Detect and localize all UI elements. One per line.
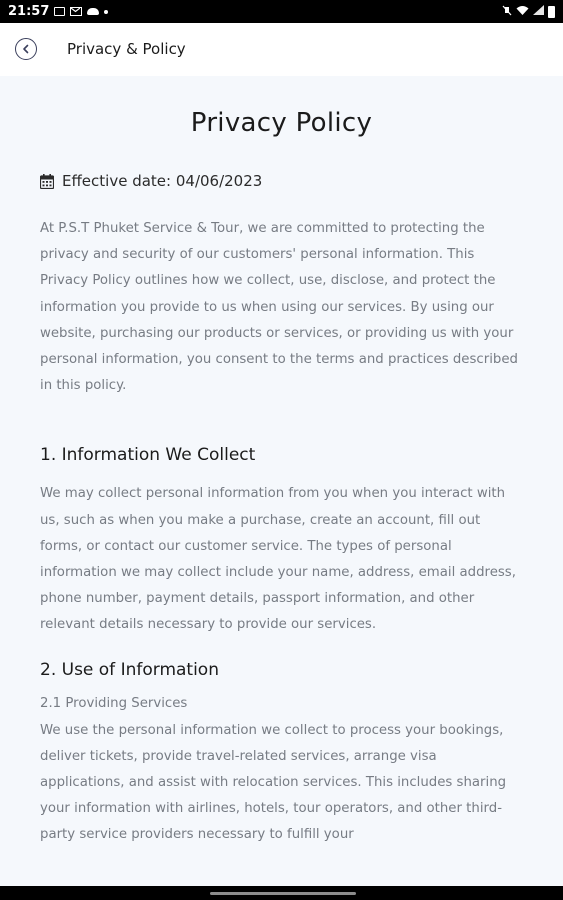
- effective-date-row: Effective date: 04/06/2023: [39, 171, 523, 191]
- status-left: 21:57: [8, 4, 109, 19]
- battery-icon: [548, 5, 555, 18]
- section-heading-information-we-collect: 1. Information We Collect: [40, 445, 256, 466]
- signal-icon: [533, 5, 544, 18]
- cloud-notification-icon: [87, 8, 100, 15]
- mute-icon: [502, 5, 512, 19]
- gallery-notification-icon: [54, 7, 66, 16]
- back-chevron-icon: [23, 44, 29, 54]
- page-title: Privacy Policy: [190, 108, 373, 138]
- app-bar: Privacy & Policy: [0, 23, 563, 76]
- screen: 21:57 Privacy & Policy Privacy Policy Ef…: [0, 0, 563, 900]
- subheading-providing-services: 2.1 Providing Services: [40, 695, 188, 711]
- section-body-use-of-information: We use the personal information we colle…: [40, 722, 507, 843]
- navigation-bar: [0, 886, 563, 900]
- effective-date-text: Effective date: 04/06/2023: [62, 172, 263, 190]
- intro-paragraph: At P.S.T Phuket Service & Tour, we are c…: [40, 221, 518, 394]
- section-body-information-we-collect: We may collect personal information from…: [40, 486, 516, 633]
- status-bar: 21:57: [0, 0, 563, 23]
- status-time: 21:57: [8, 4, 50, 19]
- wifi-icon: [516, 5, 529, 18]
- content-scroll-area[interactable]: Privacy Policy Effective date: 04/06/202…: [0, 76, 563, 886]
- content-inner: Privacy Policy Effective date: 04/06/202…: [0, 106, 563, 849]
- mail-notification-icon: [70, 7, 83, 16]
- status-right: [502, 5, 555, 19]
- more-notifications-dot-icon: [104, 9, 109, 14]
- section-heading-use-of-information: 2. Use of Information: [40, 659, 219, 680]
- app-bar-title: Privacy & Policy: [67, 40, 186, 58]
- back-button[interactable]: [15, 38, 37, 60]
- calendar-icon: [39, 174, 55, 190]
- home-gesture-handle[interactable]: [210, 892, 356, 895]
